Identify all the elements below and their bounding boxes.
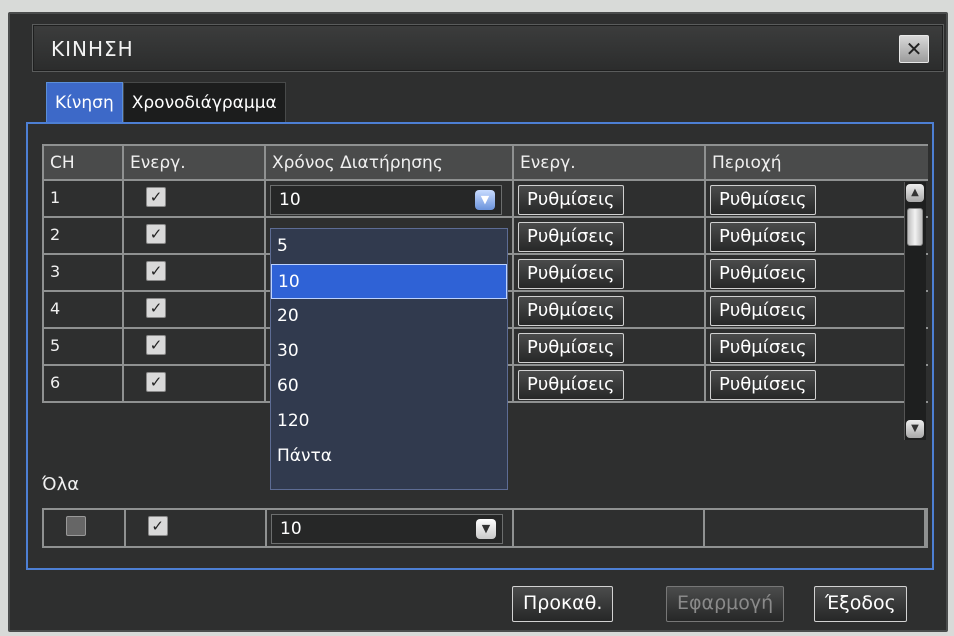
area-settings-button[interactable]: Ρυθμίσεις	[710, 222, 816, 252]
action-settings-button[interactable]: Ρυθμίσεις	[518, 296, 624, 326]
enable-cell: ✓	[124, 292, 266, 327]
enable-cell: ✓	[124, 218, 266, 253]
area-settings-button[interactable]: Ρυθμίσεις	[710, 296, 816, 326]
enable-cell: ✓	[124, 366, 266, 401]
dropdown-option[interactable]: 120	[271, 404, 507, 439]
channel-number: 3	[42, 255, 124, 290]
chevron-down-icon: ▼	[476, 519, 497, 539]
tab-motion[interactable]: Κίνηση	[46, 82, 123, 122]
default-button[interactable]: Προκαθ.	[512, 586, 614, 622]
hold-time-dropdown-list[interactable]: 5 10 20 30 60 120 Πάντα	[270, 228, 508, 490]
dropdown-option[interactable]: Πάντα	[271, 439, 507, 474]
tab-bar: Κίνηση Χρονοδιάγραμμα	[46, 82, 286, 122]
enable-checkbox[interactable]: ✓	[146, 335, 166, 355]
channel-number: 4	[42, 292, 124, 327]
exit-button[interactable]: Έξοδος	[814, 586, 907, 622]
all-channels-row: ✓ ✓ 10▼	[42, 508, 928, 548]
action-cell: Ρυθμίσεις	[514, 292, 706, 327]
select-all-checkbox[interactable]: ✓	[66, 516, 86, 536]
all-hold-time-cell: 10 ▼	[267, 510, 514, 546]
enable-checkbox[interactable]: ✓	[146, 372, 166, 392]
all-enable-cell: ✓	[126, 510, 268, 546]
table-row: 1 ✓ 10 ▼ Ρυθμίσεις Ρυθμίσεις	[42, 181, 928, 218]
action-cell: Ρυθμίσεις	[514, 181, 706, 216]
enable-checkbox[interactable]: ✓	[146, 298, 166, 318]
area-cell: Ρυθμίσεις	[706, 255, 928, 290]
channel-number: 2	[42, 218, 124, 253]
action-settings-button[interactable]: Ρυθμίσεις	[518, 370, 624, 400]
enable-cell: ✓	[124, 329, 266, 364]
action-settings-button[interactable]: Ρυθμίσεις	[518, 222, 624, 252]
scroll-down-icon[interactable]: ▼	[906, 420, 924, 438]
dropdown-option[interactable]: 60	[271, 369, 507, 404]
table-scrollbar[interactable]: ▲ ▼	[904, 182, 926, 440]
all-hold-time-select[interactable]: 10 ▼	[271, 514, 504, 544]
area-settings-button[interactable]: Ρυθμίσεις	[710, 370, 816, 400]
window-title: ΚΙΝΗΣΗ	[51, 37, 134, 61]
title-bar: ΚΙΝΗΣΗ ✕	[32, 24, 944, 72]
enable-checkbox[interactable]: ✓	[146, 187, 166, 207]
enable-checkbox[interactable]: ✓	[146, 224, 166, 244]
action-settings-button[interactable]: Ρυθμίσεις	[518, 333, 624, 363]
action-cell: Ρυθμίσεις	[514, 329, 706, 364]
area-settings-button[interactable]: Ρυθμίσεις	[710, 333, 816, 363]
close-button[interactable]: ✕	[899, 35, 929, 63]
all-action-cell	[514, 510, 705, 546]
enable-cell: ✓	[124, 181, 266, 216]
header-ch: CH	[42, 146, 124, 179]
action-cell: Ρυθμίσεις	[514, 218, 706, 253]
dropdown-option[interactable]: 30	[271, 334, 507, 369]
header-area: Περιοχή	[712, 153, 782, 173]
select-all-cell: ✓	[44, 510, 126, 546]
dropdown-option-selected[interactable]: 10	[271, 264, 507, 299]
apply-button[interactable]: Εφαρμογή	[666, 586, 785, 622]
table-header: CH Ενεργ. Χρόνος Διατήρησης Ενεργ. Περιο…	[42, 144, 928, 181]
area-cell: Ρυθμίσεις	[706, 292, 928, 327]
header-hold-time: Χρόνος Διατήρησης	[266, 146, 514, 179]
hold-time-select[interactable]: 10 ▼	[270, 185, 502, 215]
close-icon: ✕	[905, 37, 923, 61]
area-cell: Ρυθμίσεις	[706, 181, 928, 216]
all-enable-checkbox[interactable]: ✓	[147, 516, 168, 536]
area-cell: Ρυθμίσεις	[706, 366, 928, 401]
channel-number: 6	[42, 366, 124, 401]
dropdown-option[interactable]: 20	[271, 299, 507, 334]
header-action: Ενεργ.	[514, 146, 706, 179]
dropdown-option[interactable]: 5	[271, 229, 507, 264]
channel-number: 5	[42, 329, 124, 364]
all-label: Όλα	[42, 474, 80, 495]
enable-cell: ✓	[124, 255, 266, 290]
enable-checkbox[interactable]: ✓	[146, 261, 166, 281]
area-settings-button[interactable]: Ρυθμίσεις	[710, 259, 816, 289]
header-enable: Ενεργ.	[124, 146, 266, 179]
action-cell: Ρυθμίσεις	[514, 255, 706, 290]
hold-time-cell: 10 ▼	[266, 181, 514, 216]
channel-number: 1	[42, 181, 124, 216]
scroll-thumb[interactable]	[907, 208, 923, 246]
action-cell: Ρυθμίσεις	[514, 366, 706, 401]
area-cell: Ρυθμίσεις	[706, 218, 928, 253]
chevron-down-icon: ▼	[475, 190, 495, 210]
area-cell: Ρυθμίσεις	[706, 329, 928, 364]
area-settings-button[interactable]: Ρυθμίσεις	[710, 185, 816, 215]
action-settings-button[interactable]: Ρυθμίσεις	[518, 185, 624, 215]
scroll-up-icon[interactable]: ▲	[906, 184, 924, 202]
all-area-cell	[705, 510, 926, 546]
tab-schedule[interactable]: Χρονοδιάγραμμα	[122, 82, 286, 122]
action-settings-button[interactable]: Ρυθμίσεις	[518, 259, 624, 289]
